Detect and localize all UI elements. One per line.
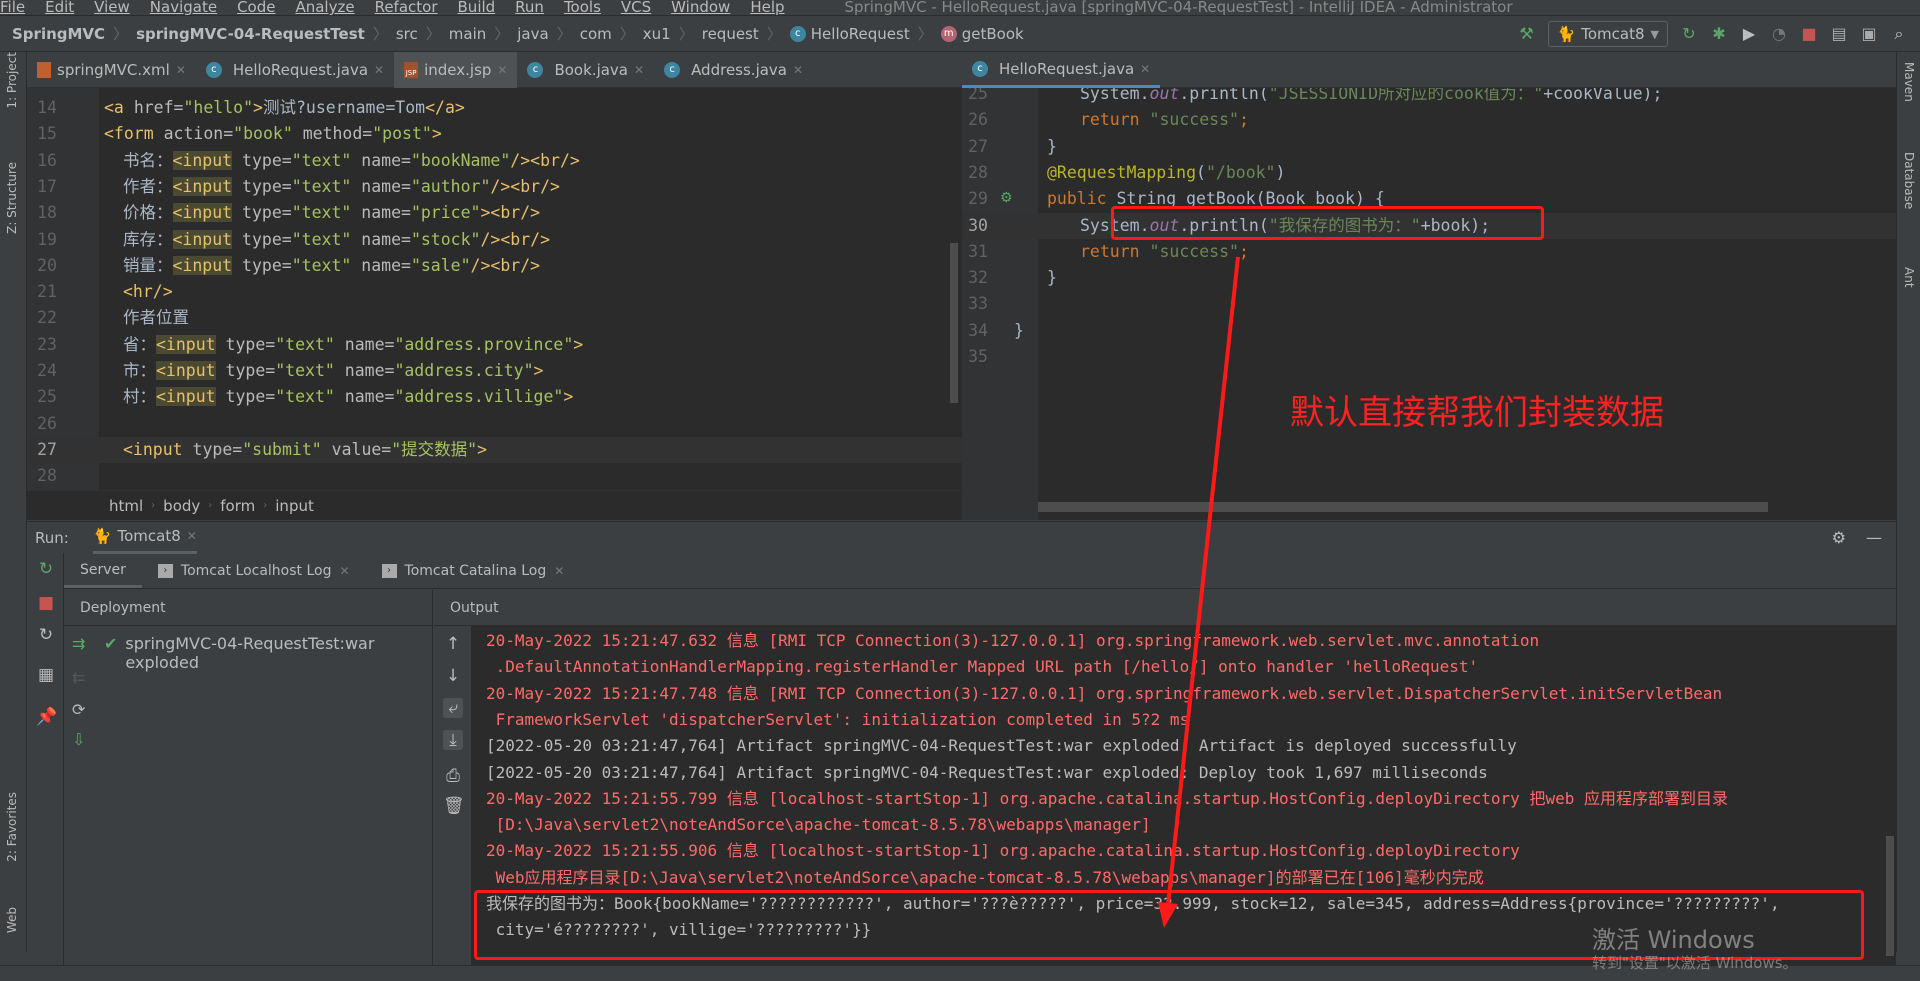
arrow-shaft: [1166, 256, 1240, 906]
annotation-arrow: [1158, 256, 1240, 928]
windows-activation-subtitle: 转到"设置"以激活 Windows。: [1592, 954, 1798, 972]
windows-activation-watermark: 激活 Windows: [1592, 926, 1755, 954]
arrow-head: [1158, 902, 1178, 928]
annotation-text: 默认直接帮我们封装数据: [1290, 393, 1664, 433]
